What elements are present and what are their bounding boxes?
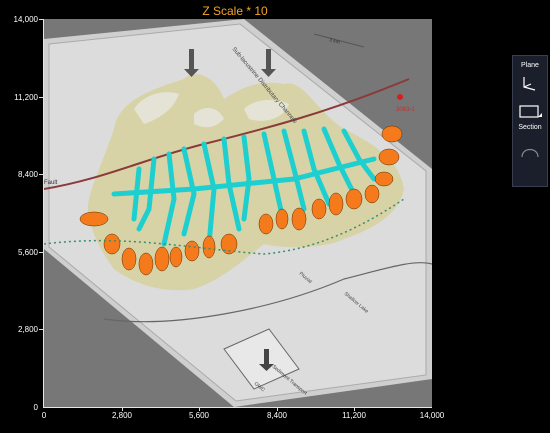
fault-label: Fault [44, 180, 58, 186]
x-tick-label: 14,000 [419, 411, 445, 420]
x-tick-label: 0 [41, 411, 47, 420]
scale-bar-label: 3 km [328, 37, 340, 46]
x-tick-label: 2,800 [111, 411, 133, 420]
x-tick-mark [199, 407, 200, 411]
y-tick-mark [39, 174, 43, 175]
y-tick-mark [39, 252, 43, 253]
section-rect-icon[interactable] [519, 104, 543, 120]
y-tick-mark [39, 97, 43, 98]
y-tick-label: 5,600 [17, 248, 38, 257]
y-tick-label: 14,000 [13, 15, 38, 24]
plane-axes-icon[interactable] [521, 76, 539, 92]
well-label: 3063-1 [396, 107, 415, 113]
y-tick-mark [39, 19, 43, 20]
x-tick-label: 11,200 [342, 411, 366, 420]
scale-bar: 3 km [313, 33, 365, 48]
plane-label: Plane [521, 62, 539, 69]
y-tick-label: 2,800 [17, 325, 38, 334]
y-axis-line [43, 19, 44, 408]
well-marker[interactable] [397, 94, 403, 100]
arc-icon[interactable] [521, 144, 539, 158]
view-toolbar: Plane Section [512, 55, 548, 187]
y-tick-label: 8,400 [17, 170, 38, 179]
x-tick-mark [354, 407, 355, 411]
x-tick-mark [122, 407, 123, 411]
plot-area[interactable]: 3063-1 Sediment Transport OWC 3 km Sub-l… [44, 19, 432, 407]
geologic-map[interactable]: 3063-1 Sediment Transport OWC 3 km Sub-l… [44, 19, 432, 407]
section-label: Section [518, 124, 542, 131]
x-tick-label: 5,600 [188, 411, 210, 420]
x-tick-label: 8,400 [266, 411, 288, 420]
z-scale-title: Z Scale * 10 [202, 4, 268, 18]
y-tick-mark [39, 329, 43, 330]
y-tick-label: 11,200 [14, 93, 38, 102]
x-tick-mark [277, 407, 278, 411]
y-tick-label: 0 [33, 403, 38, 412]
x-axis-line [43, 407, 432, 408]
